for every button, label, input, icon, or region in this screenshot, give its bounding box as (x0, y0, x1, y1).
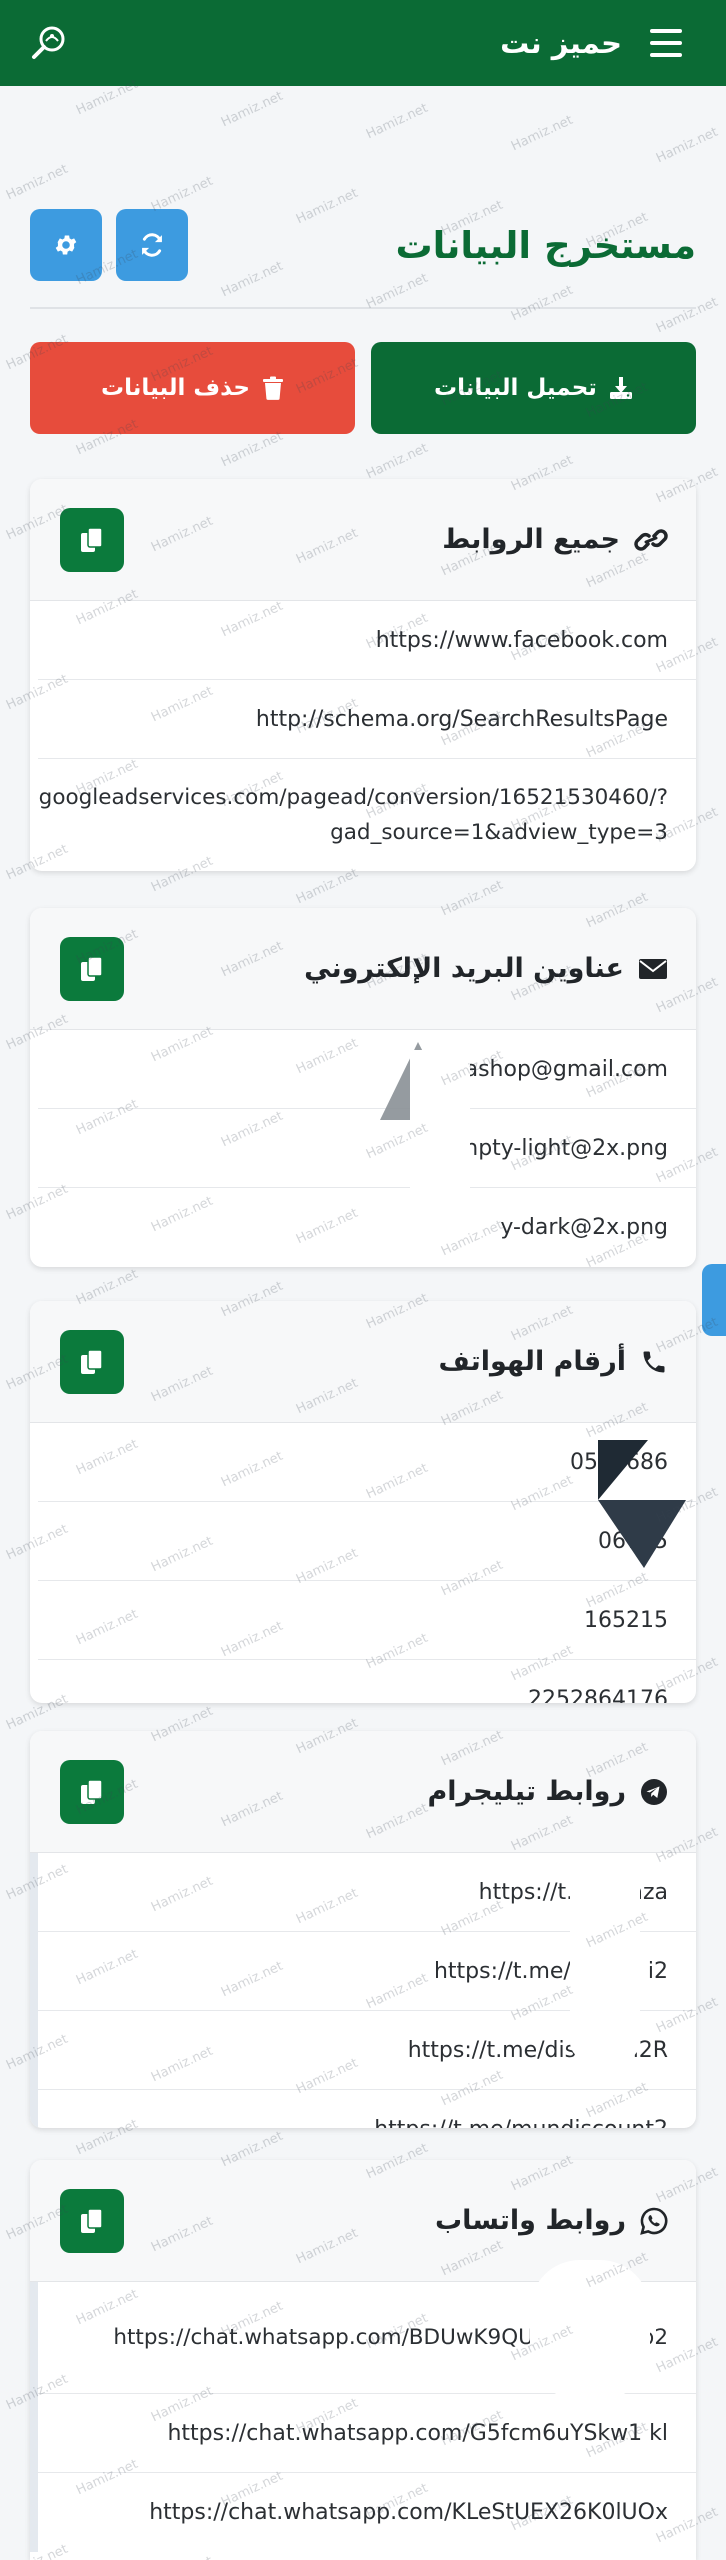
list-item[interactable]: http://schema.org/SearchResultsPage (38, 680, 696, 759)
watermark-text: Hamiz.net (364, 100, 431, 143)
list-item[interactable]: https://chat.whatsapp.com/KLeStUEX26K0lU… (38, 2473, 696, 2552)
list-item[interactable]: https://chat.whatsapp.com/G5fcm6uYSkw1 k… (38, 2394, 696, 2473)
links-card-header: جميع الروابط (30, 479, 696, 601)
refresh-button[interactable] (116, 209, 188, 281)
links-title: جميع الروابط (442, 524, 620, 555)
list-item[interactable]: https://t.me/baza (38, 1853, 696, 1932)
magnifier-logo-icon[interactable] (30, 23, 70, 63)
hamburger-icon[interactable] (650, 29, 682, 57)
watermark-text: Hamiz.net (654, 294, 721, 337)
copy-phones-button[interactable] (60, 1329, 124, 1394)
whatsapp-card-header: روابط واتساب (30, 2160, 696, 2282)
list-item[interactable]: 0555686 (38, 1423, 696, 1502)
list-item[interactable]: https://t.me/mundiscount2 (38, 2090, 696, 2128)
list-item[interactable]: https://t.me/boutiq i2 (38, 1932, 696, 2011)
phones-card: أرقام الهواتف 0555686 06725 165215 22528… (30, 1301, 696, 1703)
watermark-text: Hamiz.net (294, 865, 361, 908)
emails-card: عناوين البريد الإلكتروني ashop@gmail.com… (30, 908, 696, 1267)
copy-icon (81, 1778, 103, 1804)
watermark-text: Hamiz.net (509, 282, 576, 325)
download-icon (609, 377, 632, 399)
whatsapp-icon (640, 2207, 668, 2235)
copy-icon (81, 2207, 103, 2233)
link-icon (634, 528, 668, 551)
copy-icon (81, 526, 103, 552)
whatsapp-title: روابط واتساب (435, 2205, 626, 2236)
list-item[interactable]: 2252864176 (38, 1660, 696, 1703)
list-item[interactable]: ashop@gmail.com (38, 1030, 696, 1109)
copy-icon (81, 1348, 103, 1374)
phone-icon (643, 1351, 665, 1372)
whatsapp-card: روابط واتساب https://chat.whatsapp.com/B… (30, 2160, 696, 2560)
list-item[interactable]: 165215 (38, 1581, 696, 1660)
delete-data-button[interactable]: حذف البيانات (30, 342, 355, 434)
action-bar: حذف البيانات تحميل البيانات (30, 342, 696, 434)
side-drawer-tab[interactable] (702, 1264, 726, 1336)
copy-links-button[interactable] (60, 507, 124, 572)
telegram-icon (641, 1778, 667, 1805)
site-title[interactable]: حميز نت (500, 26, 622, 60)
gear-icon (55, 235, 77, 255)
copy-icon (81, 955, 103, 981)
watermark-text: Hamiz.net (654, 124, 721, 167)
emails-card-header: عناوين البريد الإلكتروني (30, 908, 696, 1030)
watermark-text: Hamiz.net (219, 88, 286, 131)
watermark-text: Hamiz.net (4, 161, 71, 204)
delete-data-label: حذف البيانات (101, 375, 250, 401)
watermark-text: Hamiz.net (364, 440, 431, 483)
divider (30, 307, 696, 309)
watermark-text: Hamiz.net (509, 112, 576, 155)
list-item[interactable]: y-dark@2x.png (38, 1188, 696, 1267)
refresh-icon (142, 233, 162, 257)
page-title: مستخرج البيانات (395, 223, 696, 267)
copy-telegram-button[interactable] (60, 1759, 124, 1824)
phones-title: أرقام الهواتف (438, 1346, 627, 1377)
copy-emails-button[interactable] (60, 936, 124, 1001)
emails-title: عناوين البريد الإلكتروني (304, 953, 624, 984)
watermark-text: Hamiz.net (219, 428, 286, 471)
list-item[interactable]: https://t.me/dis ation2R (38, 2011, 696, 2090)
phones-card-header: أرقام الهواتف (30, 1301, 696, 1423)
trash-icon (262, 376, 283, 400)
copy-whatsapp-button[interactable] (60, 2188, 124, 2253)
telegram-title: روابط تيليجرام (427, 1776, 626, 1807)
download-data-button[interactable]: تحميل البيانات (371, 342, 696, 434)
list-item[interactable]: https://chat.whatsapp.com/BDUwK9QUxSC BU… (38, 2282, 696, 2394)
telegram-card: روابط تيليجرام https://t.me/baza https:/… (30, 1731, 696, 2128)
list-item[interactable]: npty-light@2x.png (38, 1109, 696, 1188)
download-data-label: تحميل البيانات (434, 375, 597, 401)
list-item[interactable]: https://www.googleadservices.com/pagead/… (38, 759, 696, 871)
list-item[interactable]: https://www.facebook.com (38, 601, 696, 680)
links-card: جميع الروابط https://www.facebook.com ht… (30, 479, 696, 871)
settings-button[interactable] (30, 209, 102, 281)
list-item[interactable]: 06725 (38, 1502, 696, 1581)
telegram-card-header: روابط تيليجرام (30, 1731, 696, 1853)
top-navbar: حميز نت (0, 0, 726, 86)
page-heading: مستخرج البيانات (30, 206, 696, 284)
envelope-icon (639, 958, 667, 979)
